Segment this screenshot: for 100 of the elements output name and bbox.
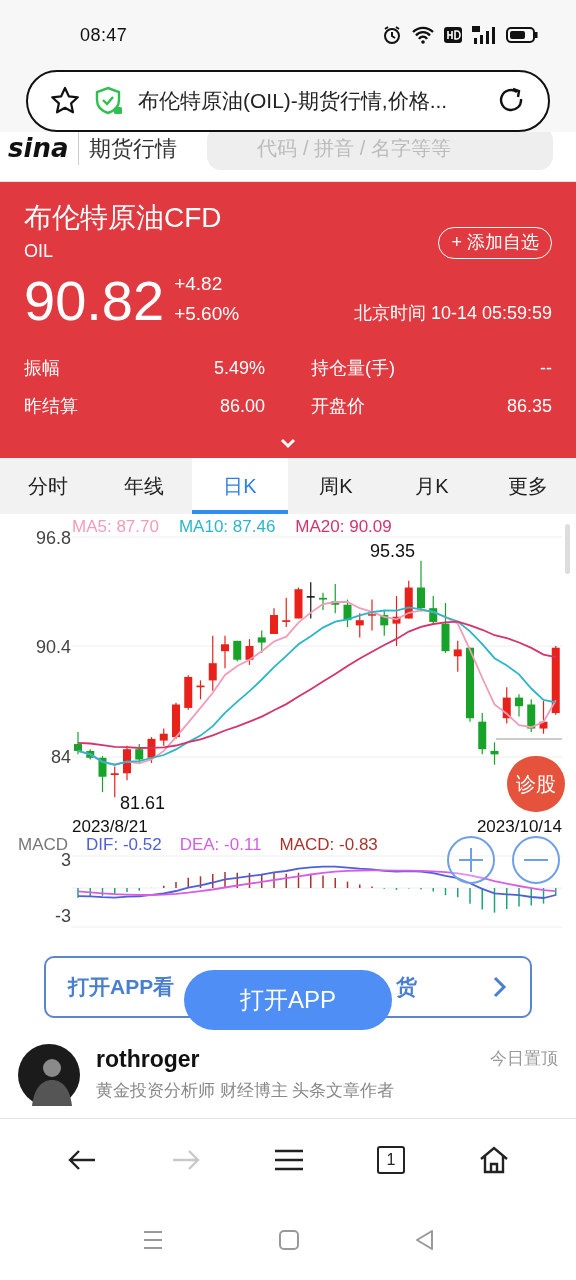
candlestick — [355, 612, 364, 638]
section-title: 期货行情 — [78, 132, 178, 165]
chart-tab[interactable]: 周K — [288, 458, 384, 514]
candlestick — [270, 607, 278, 635]
axis-label: 84 — [50, 747, 71, 767]
tab-count-button[interactable]: 1 — [377, 1145, 405, 1174]
candlestick — [527, 698, 536, 733]
stat-label: 开盘价 — [311, 394, 365, 418]
candlestick — [404, 580, 413, 620]
banner-text: 货 — [396, 974, 418, 1001]
candlestick — [208, 635, 217, 692]
candlestick — [380, 609, 389, 637]
last-price: 90.82 — [24, 271, 165, 331]
candlestick — [490, 741, 499, 766]
author-name: rothroger — [96, 1045, 201, 1074]
hd-icon — [444, 27, 462, 43]
candlestick — [110, 765, 119, 798]
stat-value: 86.00 — [219, 394, 265, 418]
candlestick — [417, 560, 425, 613]
candlestick — [319, 592, 327, 611]
candlestick — [441, 602, 450, 654]
site-logo: sina — [8, 132, 69, 165]
chevron-down-icon[interactable] — [279, 438, 297, 450]
star-icon[interactable] — [50, 86, 80, 116]
candlestick — [257, 629, 266, 654]
battery-icon — [506, 27, 538, 43]
candlestick — [123, 745, 131, 781]
address-bar[interactable]: 布伦特原油(OIL)-期货行情,价格... — [26, 70, 550, 132]
status-time: 08:47 — [80, 23, 128, 47]
quote-time: 北京时间 10-14 05:59:59 — [353, 302, 552, 325]
candlestick — [515, 693, 523, 718]
stat-value: 86.35 — [506, 394, 552, 418]
candlestick — [343, 598, 352, 628]
candlestick — [294, 586, 303, 620]
candlestick — [184, 674, 193, 711]
candlestick — [147, 736, 156, 764]
candlestick — [196, 679, 205, 700]
candlestick — [172, 702, 180, 740]
chart-tab[interactable]: 日K — [192, 458, 288, 514]
low-price-label: 81.61 — [120, 792, 166, 815]
macd-legend-label: MACD: -0.83 — [279, 834, 378, 856]
stat-label: 持仓量(手) — [311, 356, 395, 380]
candlestick — [478, 712, 487, 755]
secure-shield-icon — [94, 86, 124, 116]
candlestick — [221, 635, 229, 669]
stat-label: 昨结算 — [24, 394, 78, 418]
candlestick — [539, 700, 548, 735]
diagnose-button[interactable]: 诊股 — [507, 756, 565, 812]
alarm-icon — [382, 25, 402, 45]
chart-tab[interactable]: 更多 — [480, 458, 576, 514]
candlestick — [551, 645, 560, 716]
chart-tab[interactable]: 月K — [384, 458, 480, 514]
stat-value: -- — [540, 356, 552, 380]
candlestick — [453, 640, 462, 673]
candlestick — [159, 727, 168, 747]
candlestick — [392, 595, 401, 647]
chart-tab[interactable]: 分时 — [0, 458, 96, 514]
ma-legend-label: MA20: 90.09 — [295, 516, 392, 538]
percent-change: +5.60% — [174, 302, 240, 326]
avatar — [18, 1044, 80, 1106]
axis-label: -3 — [55, 906, 71, 926]
candlestick — [368, 598, 376, 632]
zoom-in-button[interactable] — [446, 835, 496, 885]
candlestick — [331, 583, 340, 614]
home-icon[interactable] — [479, 1145, 509, 1174]
menu-icon[interactable] — [275, 1148, 303, 1171]
high-price-label: 95.35 — [370, 540, 416, 563]
ma-legend-label: MA10: 87.46 — [178, 516, 276, 538]
pinned-label: 今日置顶 — [490, 1048, 558, 1070]
stat-value: 5.49% — [213, 356, 265, 380]
candlestick — [306, 581, 315, 620]
wifi-icon — [412, 26, 434, 44]
date-label: 2023/10/14 — [476, 816, 562, 838]
candlestick — [245, 638, 254, 666]
signal-icon — [472, 26, 496, 44]
candlestick — [86, 748, 95, 761]
banner-text: 打开APP看 — [68, 974, 175, 1001]
candlestick — [502, 686, 511, 724]
macd-legend-label: DEA: -0.11 — [179, 834, 262, 856]
price-change: +4.82 — [174, 272, 224, 296]
stat-label: 振幅 — [24, 356, 60, 380]
candlestick — [233, 640, 242, 663]
axis-label: 96.8 — [35, 528, 71, 548]
candlestick — [429, 595, 438, 625]
price-line — [495, 738, 563, 740]
ma-legend-label: MA5: 87.70 — [72, 516, 159, 538]
instrument-code: OIL — [24, 240, 53, 263]
candlestick — [74, 731, 82, 755]
author-bio: 黄金投资分析师 财经博主 头条文章作者 — [96, 1080, 395, 1102]
scrollbar — [565, 524, 570, 574]
page-title: 布伦特原油(OIL)-期货行情,价格... — [138, 88, 449, 115]
candlestick — [98, 755, 107, 793]
zoom-out-button[interactable] — [511, 835, 561, 885]
instrument-name: 布伦特原油CFD — [24, 201, 223, 235]
candlestick — [282, 597, 291, 628]
axis-label: 90.4 — [35, 637, 71, 657]
back-icon[interactable] — [67, 1147, 97, 1172]
home-button-icon[interactable] — [278, 1229, 300, 1251]
chart-tab[interactable]: 年线 — [96, 458, 192, 514]
chevron-right-icon — [492, 975, 508, 999]
